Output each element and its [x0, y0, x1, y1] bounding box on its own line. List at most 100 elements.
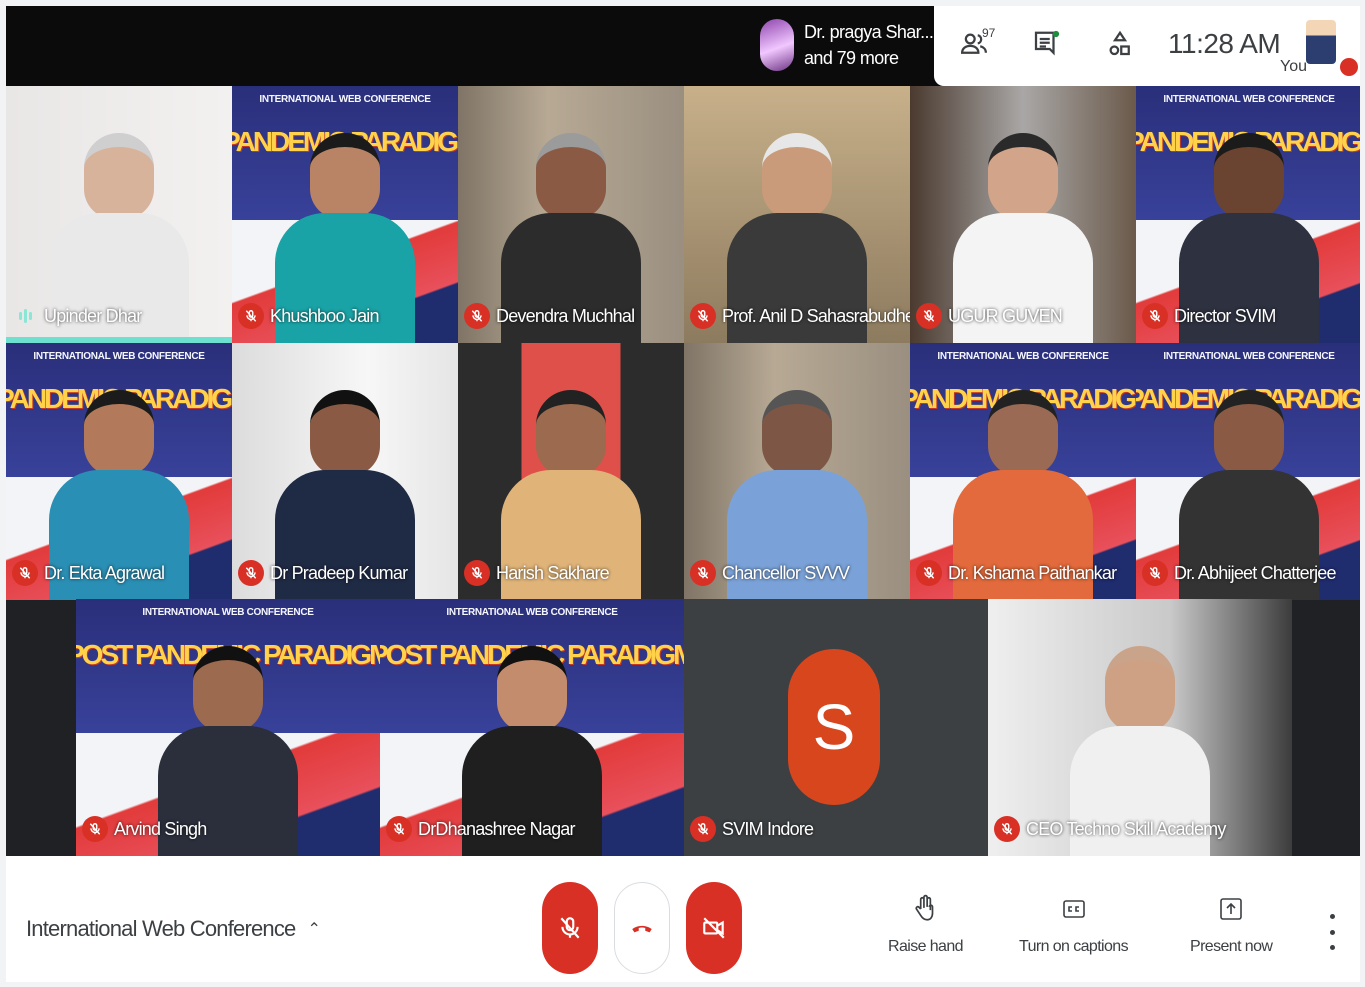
participant-tile[interactable]: UGUR GUVEN	[910, 86, 1136, 343]
clock: 11:28 AM	[1168, 28, 1281, 59]
audio-wave-icon	[12, 303, 38, 329]
participant-name: Dr. Abhijeet Chatterjee	[1174, 562, 1337, 583]
participant-tile[interactable]: CEO Techno Skill Academy	[988, 599, 1292, 856]
mic-off-icon	[238, 560, 264, 586]
participant-tile[interactable]: INTERNATIONAL WEB CONFERENCEPOST PANDEMI…	[76, 599, 380, 856]
activities-icon[interactable]	[1104, 28, 1136, 60]
mic-off-icon	[82, 816, 108, 842]
mic-off-icon	[12, 560, 38, 586]
participant-name: Director SVIM	[1174, 305, 1276, 326]
banner-title: INTERNATIONAL WEB CONFERENCE	[446, 607, 618, 618]
hand-icon	[915, 894, 934, 921]
meeting-details-button[interactable]: International Web Conference ⌃	[26, 916, 321, 942]
participant-label: Arvind Singh	[82, 816, 207, 842]
mic-off-icon	[916, 560, 942, 586]
you-label: You	[1280, 58, 1307, 75]
mic-off-icon	[994, 816, 1020, 842]
participant-label: Dr. Abhijeet Chatterjee	[1142, 560, 1337, 586]
participant-label: CEO Techno Skill Academy	[994, 816, 1226, 842]
participant-label: Director SVIM	[1142, 303, 1276, 329]
participant-avatar: S	[788, 649, 880, 805]
presenter-name: Dr. pragya Shar...	[804, 22, 934, 42]
mic-off-icon	[916, 303, 942, 329]
bottom-bar: International Web Conference ⌃ Raise han…	[6, 856, 1360, 982]
mic-off-icon	[464, 560, 490, 586]
presenter-chip[interactable]: Dr. pragya Shar... and 79 more	[760, 14, 935, 76]
mic-off-icon	[1142, 560, 1168, 586]
participant-label: Devendra Muchhal	[464, 303, 635, 329]
self-mic-off-icon	[1340, 58, 1358, 76]
captions-icon	[1062, 900, 1085, 918]
mic-off-icon	[690, 303, 716, 329]
raise-hand-button[interactable]: Raise hand	[888, 894, 964, 956]
raise-hand-label: Raise hand	[888, 938, 964, 955]
mic-off-icon	[238, 303, 264, 329]
participant-name: CEO Techno Skill Academy	[1026, 818, 1226, 839]
participant-tile[interactable]: INTERNATIONAL WEB CONFERENCE PANDEMIC PAR…	[6, 343, 232, 600]
participant-tile[interactable]: Prof. Anil D Sahasrabudhe	[684, 86, 910, 343]
chat-icon[interactable]	[1030, 28, 1062, 60]
presenter-avatar	[760, 19, 794, 71]
banner-title: INTERNATIONAL WEB CONFERENCE	[937, 351, 1109, 362]
participant-label: SVIM Indore	[690, 816, 814, 842]
camera-off-icon	[703, 917, 725, 939]
mic-toggle-button[interactable]	[542, 882, 598, 974]
participant-tile[interactable]: INTERNATIONAL WEB CONFERENCEPOST PANDEMI…	[380, 599, 684, 856]
participant-label: Dr. Kshama Paithankar	[916, 560, 1117, 586]
participant-tile[interactable]: S SVIM Indore	[684, 599, 988, 856]
banner-title: INTERNATIONAL WEB CONFERENCE	[1163, 94, 1335, 105]
leave-call-button[interactable]	[614, 882, 670, 974]
participant-label: Dr Pradeep Kumar	[238, 560, 408, 586]
participant-name: Dr Pradeep Kumar	[270, 562, 408, 583]
camera-toggle-button[interactable]	[686, 882, 742, 974]
more-options-icon[interactable]	[1322, 914, 1342, 950]
participant-label: Prof. Anil D Sahasrabudhe	[690, 303, 910, 329]
meeting-details-panel: 97 11:28 AM You	[934, 6, 1360, 86]
participant-name: Harish Sakhare	[496, 562, 610, 583]
participant-name: Arvind Singh	[114, 818, 207, 839]
participant-tile[interactable]: Chancellor SVVV	[684, 343, 910, 600]
participant-label: Khushboo Jain	[238, 303, 380, 329]
banner-title: INTERNATIONAL WEB CONFERENCE	[259, 94, 431, 105]
participant-tile[interactable]: INTERNATIONAL WEB CONFERENCE PANDEMIC PAR…	[910, 343, 1136, 600]
captions-button[interactable]: Turn on captions	[1019, 894, 1129, 956]
hang-up-icon	[632, 925, 652, 933]
participant-name: UGUR GUVEN	[948, 305, 1063, 326]
participant-label: Dr. Ekta Agrawal	[12, 560, 165, 586]
present-now-label: Present now	[1190, 938, 1273, 955]
participant-tile[interactable]: INTERNATIONAL WEB CONFERENCE PANDEMIC PAR…	[1136, 343, 1360, 600]
banner-title: INTERNATIONAL WEB CONFERENCE	[1163, 351, 1335, 362]
mic-off-icon	[386, 816, 412, 842]
people-count: 97	[982, 26, 996, 40]
mic-off-icon	[1142, 303, 1168, 329]
meet-window: Dr. pragya Shar... and 79 more 97 11:28 …	[6, 6, 1360, 982]
participant-tile[interactable]: Dr Pradeep Kumar	[232, 343, 458, 600]
self-view-thumbnail[interactable]	[1306, 20, 1336, 64]
mic-off-icon	[690, 560, 716, 586]
participant-label: UGUR GUVEN	[916, 303, 1063, 329]
mic-off-icon	[560, 917, 580, 939]
present-icon	[1220, 898, 1242, 920]
participant-name: Upinder Dhar	[44, 305, 142, 326]
chevron-up-icon: ⌃	[307, 921, 321, 938]
mic-off-icon	[464, 303, 490, 329]
banner-title: INTERNATIONAL WEB CONFERENCE	[33, 351, 205, 362]
participant-name: Chancellor SVVV	[722, 562, 850, 583]
participant-tile[interactable]: Harish Sakhare	[458, 343, 684, 600]
participant-tile[interactable]: INTERNATIONAL WEB CONFERENCE PANDEMIC PAR…	[1136, 86, 1360, 343]
participant-name: SVIM Indore	[722, 818, 814, 839]
participant-name: DrDhanashree Nagar	[418, 818, 576, 839]
presenter-more: and 79 more	[804, 48, 899, 68]
meeting-title: International Web Conference	[26, 916, 296, 941]
participant-name: Prof. Anil D Sahasrabudhe	[722, 305, 910, 326]
participant-label: Upinder Dhar	[12, 303, 142, 329]
top-bar: Dr. pragya Shar... and 79 more 97 11:28 …	[6, 6, 1360, 86]
participant-name: Khushboo Jain	[270, 305, 380, 326]
present-now-button[interactable]: Present now	[1190, 894, 1273, 956]
participant-label: Chancellor SVVV	[690, 560, 850, 586]
participant-name: Dr. Kshama Paithankar	[948, 562, 1117, 583]
participant-name: Devendra Muchhal	[496, 305, 635, 326]
participant-tile[interactable]: Upinder Dhar	[6, 86, 232, 343]
participant-tile[interactable]: Devendra Muchhal	[458, 86, 684, 343]
participant-tile[interactable]: INTERNATIONAL WEB CONFERENCE PANDEMIC PAR…	[232, 86, 458, 343]
